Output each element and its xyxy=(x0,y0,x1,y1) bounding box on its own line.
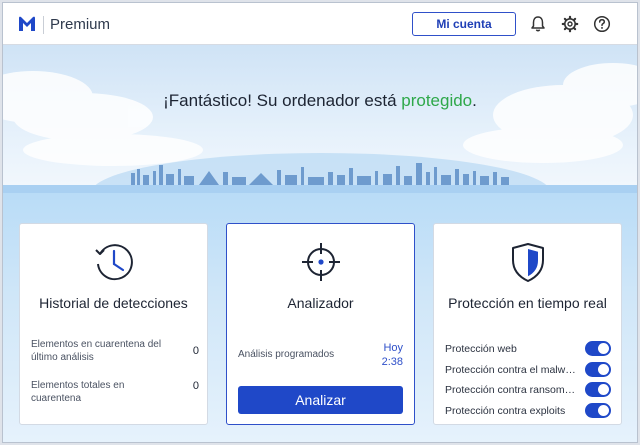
malware-protection-row: Protección contra el malware xyxy=(445,362,611,378)
malwarebytes-logo-icon xyxy=(19,16,35,31)
crosshair-icon xyxy=(302,243,340,281)
quarantine-last-scan-label: Elementos en cuarentena del último análi… xyxy=(31,339,162,363)
web-protection-label: Protección web xyxy=(445,343,517,355)
ransomware-protection-label: Protección contra ransomware xyxy=(445,384,578,396)
quarantine-last-scan-row: Elementos en cuarentena del último análi… xyxy=(31,338,199,364)
toggle-knob xyxy=(598,364,609,375)
status-title-suffix: . xyxy=(472,91,477,110)
exploit-protection-label: Protección contra exploits xyxy=(445,405,566,417)
help-icon[interactable] xyxy=(593,15,611,33)
malware-protection-label: Protección contra el malware xyxy=(445,364,578,376)
web-protection-row: Protección web xyxy=(445,341,611,357)
exploit-protection-row: Protección contra exploits xyxy=(445,403,611,419)
quarantine-total-row: Elementos totales en cuarentena 0 xyxy=(31,379,199,404)
brand-separator xyxy=(43,16,44,34)
bell-icon[interactable] xyxy=(529,15,547,33)
shield-icon xyxy=(512,243,544,282)
gear-icon[interactable] xyxy=(561,15,579,33)
realtime-protection-title: Protección en tiempo real xyxy=(448,295,607,311)
scanner-card[interactable]: Analizador Análisis programados Hoy 2:38… xyxy=(226,223,415,425)
scan-button[interactable]: Analizar xyxy=(238,386,403,414)
city-skyline-illustration xyxy=(3,63,637,193)
scheduled-scans-label: Análisis programados xyxy=(238,349,335,360)
scanner-title: Analizador xyxy=(287,295,354,311)
ransomware-protection-row: Protección contra ransomware xyxy=(445,382,611,398)
toggle-knob xyxy=(598,384,609,395)
ransomware-protection-toggle[interactable] xyxy=(585,382,611,397)
malware-protection-toggle[interactable] xyxy=(585,362,611,377)
status-title-prefix: ¡Fantástico! Su ordenador está xyxy=(163,91,402,110)
clock-icon xyxy=(95,244,133,281)
scheduled-scan-hour: 2:38 xyxy=(381,356,403,368)
realtime-protection-card[interactable]: Protección en tiempo real Protección web… xyxy=(433,223,622,425)
quarantine-total-value: 0 xyxy=(192,380,199,392)
quarantine-last-scan-value: 0 xyxy=(192,345,199,357)
protection-status-title: ¡Fantástico! Su ordenador está protegido… xyxy=(3,91,637,111)
scheduled-scan-time: Hoy 2:38 xyxy=(382,341,403,369)
detection-history-card[interactable]: Historial de detecciones Elementos en cu… xyxy=(19,223,208,425)
app-brand: Premium xyxy=(50,16,111,33)
toggle-knob xyxy=(598,343,609,354)
detection-history-title: Historial de detecciones xyxy=(39,295,188,311)
exploit-protection-toggle[interactable] xyxy=(585,403,611,418)
app-window: Premium Mi cuenta ¡Fantástico! Su ordena… xyxy=(2,2,638,443)
web-protection-toggle[interactable] xyxy=(585,341,611,356)
status-banner: ¡Fantástico! Su ordenador está protegido… xyxy=(3,45,637,193)
my-account-button[interactable]: Mi cuenta xyxy=(412,12,516,36)
status-title-highlight: protegido xyxy=(401,91,473,110)
top-bar: Premium Mi cuenta xyxy=(3,3,637,45)
quarantine-total-label: Elementos totales en cuarentena xyxy=(31,380,125,404)
toggle-knob xyxy=(598,405,609,416)
scheduled-scan-day: Hoy xyxy=(383,342,403,354)
